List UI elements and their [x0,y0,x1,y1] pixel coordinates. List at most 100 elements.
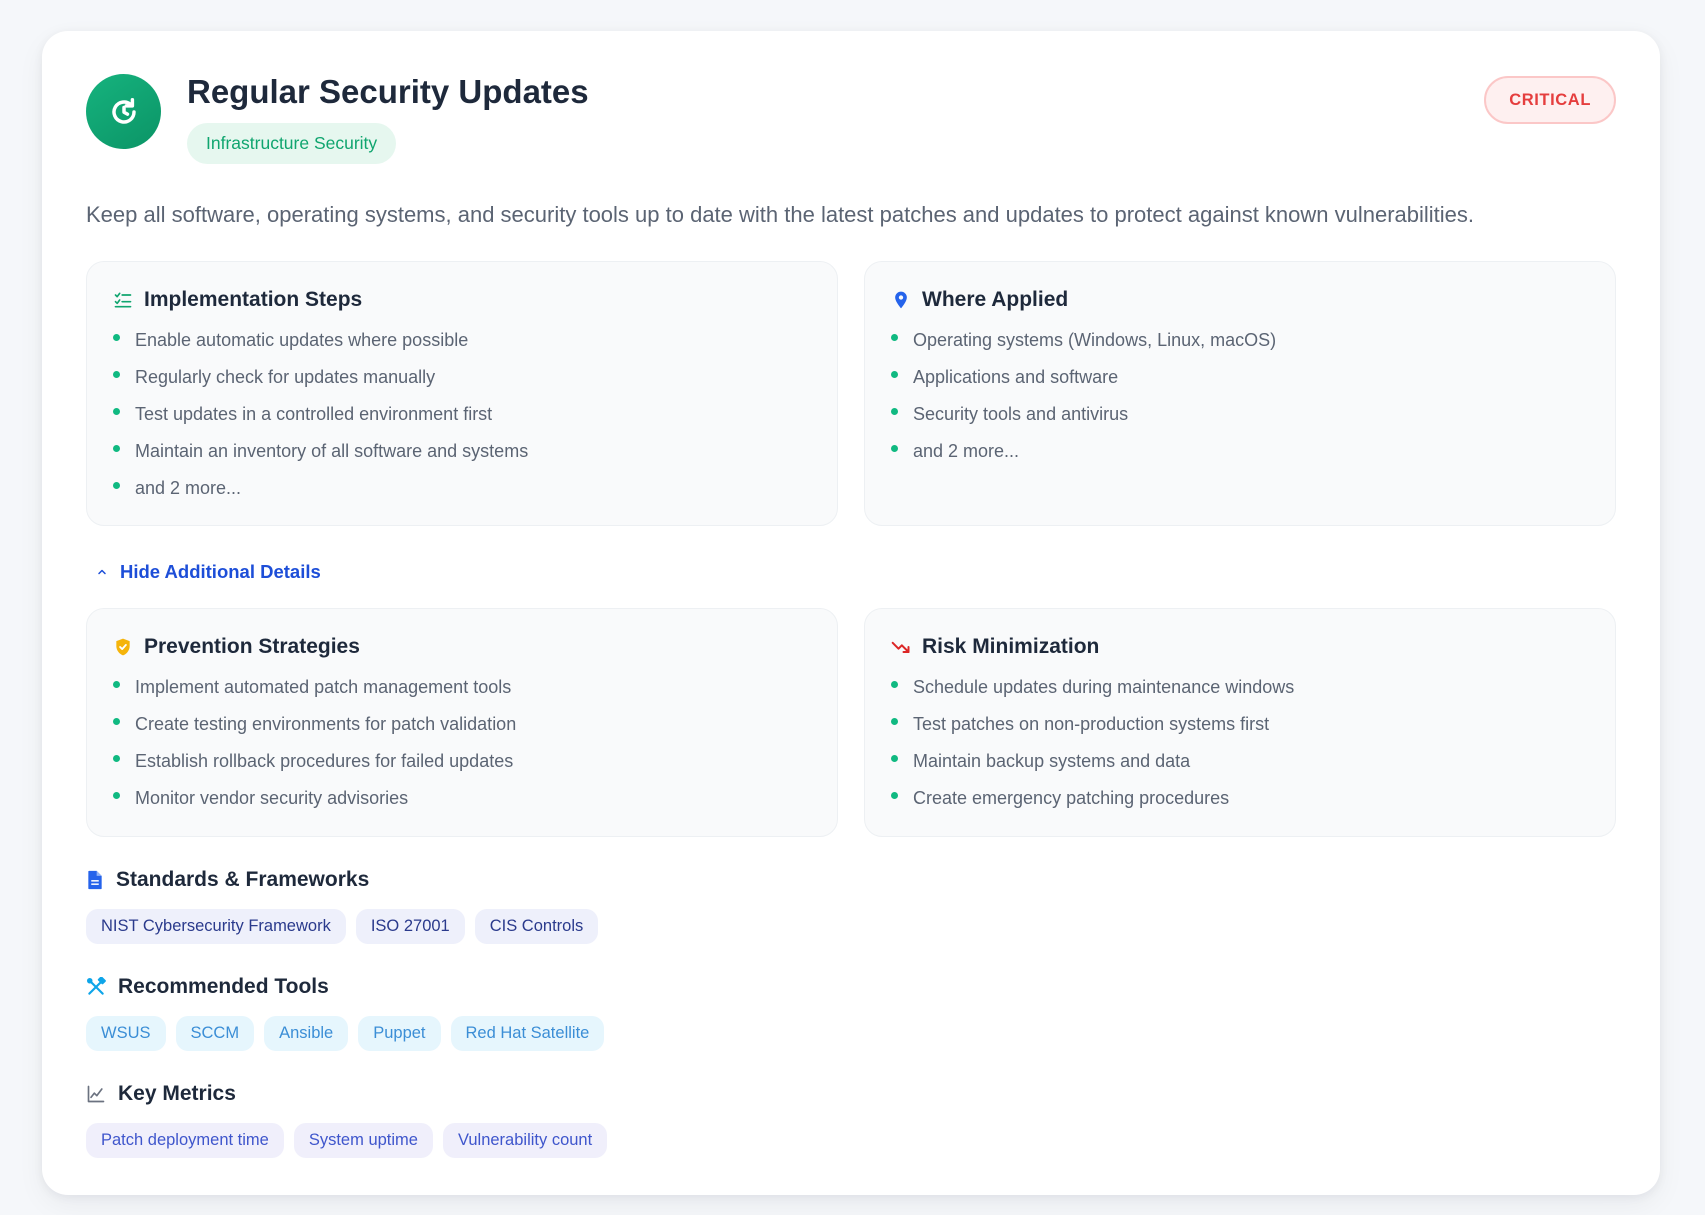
bullet-icon [891,334,898,342]
list-item-text: Test updates in a controlled environment… [135,404,493,425]
shield-check-icon [116,639,130,656]
list-item: Create emergency patching procedures [891,780,1589,817]
list-item: Enable automatic updates where possible [113,322,811,359]
list-item-text: Create testing environments for patch va… [135,714,517,735]
list-item-text: Maintain backup systems and data [913,751,1191,772]
list-item: Security tools and antivirus [891,396,1589,433]
bullet-icon [891,445,898,453]
section-header: Key Metrics [86,1081,1616,1107]
bullet-icon [113,408,120,416]
line-chart-icon [87,1086,105,1103]
hide-details-button[interactable]: Hide Additional Details [96,561,1616,583]
list-item: Create testing environments for patch va… [113,706,811,743]
prevention-list: Implement automated patch management too… [113,669,811,817]
standard-chip: ISO 27001 [355,909,465,945]
list-item: Maintain backup systems and data [891,743,1589,780]
section-header: Standards & Frameworks [86,867,1616,893]
bullet-icon [891,371,898,379]
list-item: Applications and software [891,359,1589,396]
list-item-text: Establish rollback procedures for failed… [135,751,514,772]
tool-chip: Puppet [358,1016,441,1052]
list-item: Regularly check for updates manually [113,359,811,396]
additional-panels: Prevention Strategies Implement automate… [86,608,1616,838]
standard-chip: CIS Controls [474,909,599,945]
standards-chips: NIST Cybersecurity Framework ISO 27001 C… [86,909,1616,945]
metric-chip: System uptime [293,1123,433,1159]
refresh-icon [86,74,161,149]
list-item-text: Monitor vendor security advisories [135,788,409,809]
list-item-text: and 2 more... [913,441,1020,462]
chevron-up-icon [98,570,106,575]
metrics-section: Key Metrics Patch deployment time System… [86,1081,1616,1159]
standards-section: Standards & Frameworks NIST Cybersecurit… [86,867,1616,945]
tools-icon [87,977,106,996]
list-item-text: Enable automatic updates where possible [135,330,469,351]
panel-header: Where Applied [891,286,1589,314]
primary-panels: Implementation Steps Enable automatic up… [86,261,1616,527]
list-item: Monitor vendor security advisories [113,780,811,817]
list-item-text: Regularly check for updates manually [135,367,436,388]
panel-title: Prevention Strategies [144,635,360,659]
implementation-list: Enable automatic updates where possible … [113,322,811,507]
bullet-icon [113,482,120,490]
panel-title: Risk Minimization [922,635,1100,659]
description: Keep all software, operating systems, an… [86,201,1475,227]
bullet-icon [113,681,120,689]
bullet-icon [891,408,898,416]
tool-chip: WSUS [86,1016,166,1052]
bullet-icon [891,681,898,689]
title-block: Regular Security Updates Infrastructure … [187,74,589,164]
hide-details-label: Hide Additional Details [120,561,321,583]
list-item: Maintain an inventory of all software an… [113,433,811,470]
bullet-icon [891,792,898,800]
panel-header: Prevention Strategies [113,633,811,661]
list-item-text: Test patches on non-production systems f… [913,714,1270,735]
list-item: and 2 more... [113,470,811,507]
list-item-text: Create emergency patching procedures [913,788,1230,809]
tool-chip: SCCM [175,1016,255,1052]
tools-section: Recommended Tools WSUS SCCM Ansible Pupp… [86,974,1616,1052]
page-title: Regular Security Updates [187,73,589,110]
trending-down-icon [891,642,910,654]
bullet-icon [113,718,120,726]
metric-chip: Patch deployment time [86,1123,284,1159]
section-title: Standards & Frameworks [116,868,370,892]
where-applied-panel: Where Applied Operating systems (Windows… [864,261,1616,527]
panel-title: Implementation Steps [144,288,363,312]
risk-minimization-panel: Risk Minimization Schedule updates durin… [864,608,1616,838]
list-item-text: Applications and software [913,367,1119,388]
panel-header: Risk Minimization [891,633,1589,661]
bullet-icon [891,718,898,726]
severity-badge: CRITICAL [1484,76,1616,124]
bullet-icon [113,792,120,800]
list-item: Test updates in a controlled environment… [113,396,811,433]
section-header: Recommended Tools [86,974,1616,1000]
location-pin-icon [895,292,907,309]
risk-list: Schedule updates during maintenance wind… [891,669,1589,817]
panel-title: Where Applied [922,288,1069,312]
list-item: Implement automated patch management too… [113,669,811,706]
checklist-icon [114,292,132,308]
list-item: and 2 more... [891,433,1589,470]
tools-chips: WSUS SCCM Ansible Puppet Red Hat Satelli… [86,1016,1616,1052]
list-item: Test patches on non-production systems f… [891,706,1589,743]
list-item: Operating systems (Windows, Linux, macOS… [891,322,1589,359]
bullet-icon [113,371,120,379]
list-item: Establish rollback procedures for failed… [113,743,811,780]
list-item-text: Security tools and antivirus [913,404,1129,425]
list-item-text: and 2 more... [135,478,242,499]
standard-chip: NIST Cybersecurity Framework [86,909,346,945]
card-header: Regular Security Updates Infrastructure … [86,74,1616,164]
where-applied-list: Operating systems (Windows, Linux, macOS… [891,322,1589,470]
tool-chip: Red Hat Satellite [450,1016,605,1052]
metric-chip: Vulnerability count [442,1123,608,1159]
list-item: Schedule updates during maintenance wind… [891,669,1589,706]
tool-chip: Ansible [264,1016,349,1052]
list-item-text: Operating systems (Windows, Linux, macOS… [913,330,1277,351]
tag-sections: Standards & Frameworks NIST Cybersecurit… [86,867,1616,1159]
list-item-text: Schedule updates during maintenance wind… [913,677,1295,698]
section-title: Recommended Tools [118,975,329,999]
bullet-icon [113,755,120,763]
metrics-chips: Patch deployment time System uptime Vuln… [86,1123,1616,1159]
list-item-text: Maintain an inventory of all software an… [135,441,529,462]
